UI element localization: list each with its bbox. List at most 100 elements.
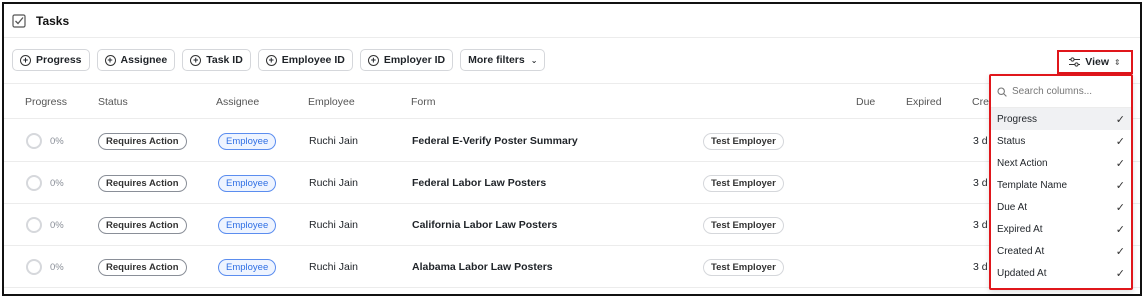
employer-badge: Test Employer xyxy=(703,174,784,192)
employer-badge: Test Employer xyxy=(703,258,784,276)
created-cell: 3 d xyxy=(973,219,988,231)
status-badge: Requires Action xyxy=(98,132,187,150)
check-icon: ✓ xyxy=(1115,113,1125,126)
column-picker-dropdown: Search columns... Progress ✓ Status ✓ Next… xyxy=(989,74,1133,290)
progress-cell: 0% xyxy=(26,204,64,246)
column-header-employee[interactable]: Employee xyxy=(308,84,355,120)
created-cell: 3 d xyxy=(973,261,988,273)
search-icon xyxy=(997,86,1007,97)
filter-bar: + Progress + Assignee + Task ID + Employee I… xyxy=(12,49,546,71)
column-option-label: Progress xyxy=(997,113,1038,125)
column-option-progress[interactable]: Progress ✓ xyxy=(991,108,1131,130)
form-cell[interactable]: Federal Labor Law Posters xyxy=(412,162,546,204)
table-header: Progress Status Assignee Employee Form D… xyxy=(4,83,1140,119)
employer-cell: Test Employer xyxy=(703,120,784,162)
employee-cell: Ruchi Jain xyxy=(309,177,359,189)
check-icon: ✓ xyxy=(1115,267,1125,280)
check-icon: ✓ xyxy=(1115,135,1125,148)
employer-cell: Test Employer xyxy=(703,246,784,288)
status-badge: Requires Action xyxy=(98,174,187,192)
column-header-assignee[interactable]: Assignee xyxy=(216,84,259,120)
column-option-label: Next Action xyxy=(997,157,1048,169)
view-button[interactable]: View ⇕ xyxy=(1057,50,1133,74)
status-cell: Requires Action xyxy=(98,204,187,246)
progress-value: 0% xyxy=(50,135,64,147)
table-row[interactable]: 0% Requires Action Employee Ruchi Jain F… xyxy=(4,162,1140,204)
column-option-next-action[interactable]: Next Action ✓ xyxy=(991,152,1131,174)
employer-cell: Test Employer xyxy=(703,204,784,246)
column-option-label: Template Name xyxy=(997,179,1068,191)
column-search-field[interactable]: Search columns... xyxy=(991,76,1131,108)
tasks-panel: Tasks + Progress + Assignee + Task ID + Empl… xyxy=(2,2,1142,296)
check-icon: ✓ xyxy=(1115,201,1125,214)
column-header-due[interactable]: Due xyxy=(856,84,875,120)
table-row[interactable]: 0% Requires Action Employee Ruchi Jain A… xyxy=(4,246,1140,288)
assignee-badge: Employee xyxy=(218,174,277,192)
form-cell[interactable]: Alabama Labor Law Posters xyxy=(412,246,553,288)
progress-cell: 0% xyxy=(26,246,64,288)
filter-task-id-button[interactable]: + Task ID xyxy=(182,49,251,71)
status-cell: Requires Action xyxy=(98,162,187,204)
progress-value: 0% xyxy=(50,219,64,231)
filter-assignee-button[interactable]: + Assignee xyxy=(96,49,176,71)
form-cell[interactable]: California Labor Law Posters xyxy=(412,204,557,246)
column-option-template-name[interactable]: Template Name ✓ xyxy=(991,174,1131,196)
column-header-progress[interactable]: Progress xyxy=(25,84,67,120)
progress-value: 0% xyxy=(50,177,64,189)
filter-label: Assignee xyxy=(120,54,168,66)
progress-ring-icon xyxy=(26,133,42,149)
status-badge: Requires Action xyxy=(98,216,187,234)
more-filters-label: More filters xyxy=(468,54,525,66)
page-title: Tasks xyxy=(36,13,70,28)
check-icon: ✓ xyxy=(1115,157,1125,170)
column-option-created-at[interactable]: Created At ✓ xyxy=(991,240,1131,262)
filter-progress-button[interactable]: + Progress xyxy=(12,49,90,71)
status-cell: Requires Action xyxy=(98,120,187,162)
column-header-expired[interactable]: Expired xyxy=(906,84,942,120)
employer-cell: Test Employer xyxy=(703,162,784,204)
filter-label: Employee ID xyxy=(281,54,345,66)
column-option-due-at[interactable]: Due At ✓ xyxy=(991,196,1131,218)
check-icon: ✓ xyxy=(1115,223,1125,236)
employee-cell: Ruchi Jain xyxy=(309,135,359,147)
column-search-placeholder: Search columns... xyxy=(1012,86,1093,97)
check-icon: ✓ xyxy=(1115,245,1125,258)
checkbox-icon xyxy=(12,13,26,28)
table-row[interactable]: 0% Requires Action Employee Ruchi Jain F… xyxy=(4,120,1140,162)
plus-circle-icon: + xyxy=(104,54,116,66)
column-header-form[interactable]: Form xyxy=(411,84,436,120)
title-bar: Tasks xyxy=(4,4,1140,38)
assignee-cell: Employee xyxy=(218,246,277,288)
filter-employee-id-button[interactable]: + Employee ID xyxy=(257,49,353,71)
chevron-updown-icon: ⇕ xyxy=(1114,57,1121,67)
more-filters-button[interactable]: More filters ⌄ xyxy=(460,49,546,71)
assignee-cell: Employee xyxy=(218,120,277,162)
filter-label: Employer ID xyxy=(383,54,446,66)
employer-badge: Test Employer xyxy=(703,132,784,150)
progress-ring-icon xyxy=(26,217,42,233)
employer-badge: Test Employer xyxy=(703,216,784,234)
column-option-label: Due At xyxy=(997,201,1028,213)
progress-cell: 0% xyxy=(26,120,64,162)
plus-circle-icon: + xyxy=(20,54,31,66)
sliders-icon xyxy=(1069,57,1081,67)
filter-employer-id-button[interactable]: + Employer ID xyxy=(359,49,454,71)
column-option-label: Status xyxy=(997,135,1026,147)
column-header-status[interactable]: Status xyxy=(98,84,128,120)
column-header-created[interactable]: Cre xyxy=(972,84,989,120)
column-option-status[interactable]: Status ✓ xyxy=(991,130,1131,152)
column-option-updated-at[interactable]: Updated At ✓ xyxy=(991,262,1131,284)
filter-label: Task ID xyxy=(206,54,243,66)
column-option-label: Expired At xyxy=(997,223,1043,235)
progress-value: 0% xyxy=(50,261,64,273)
table-row[interactable]: 0% Requires Action Employee Ruchi Jain C… xyxy=(4,204,1140,246)
status-cell: Requires Action xyxy=(98,246,187,288)
employee-cell: Ruchi Jain xyxy=(309,261,359,273)
plus-circle-icon: + xyxy=(265,54,277,66)
check-icon: ✓ xyxy=(1115,179,1125,192)
view-label: View xyxy=(1085,56,1110,68)
form-cell[interactable]: Federal E-Verify Poster Summary xyxy=(412,120,578,162)
assignee-cell: Employee xyxy=(218,204,277,246)
created-cell: 3 d xyxy=(973,177,988,189)
column-option-expired-at[interactable]: Expired At ✓ xyxy=(991,218,1131,240)
